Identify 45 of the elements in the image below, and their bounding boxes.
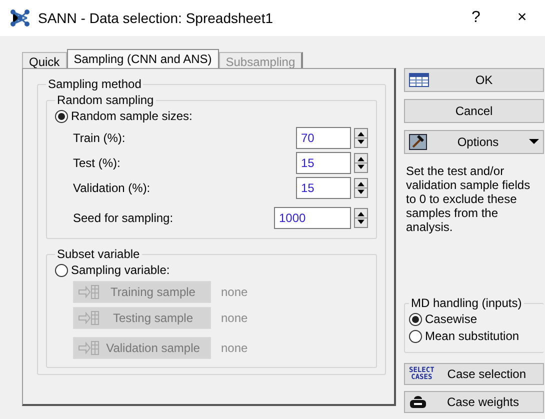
spinner[interactable]: [354, 208, 368, 228]
field-label: Validation (%):: [73, 181, 152, 195]
variable-value: none: [221, 311, 248, 325]
group-title: Subset variable: [56, 247, 141, 261]
spinner[interactable]: [354, 153, 368, 173]
window-title: SANN - Data selection: Spreadsheet1: [38, 10, 274, 26]
network-icon: [10, 9, 30, 27]
variable-icon: [78, 310, 100, 326]
field-label: Test (%):: [73, 156, 122, 170]
radio-button[interactable]: [409, 330, 422, 342]
variable-value: none: [221, 341, 248, 355]
case-weights-button[interactable]: Case weights: [404, 391, 544, 413]
input-field[interactable]: 1000: [274, 207, 351, 229]
grid-icon: [409, 73, 429, 87]
radio-button[interactable]: [409, 312, 422, 326]
spinner[interactable]: [354, 128, 368, 148]
caret-icon: [529, 139, 539, 145]
input-field[interactable]: 15: [296, 152, 351, 174]
variable-icon: [78, 284, 100, 300]
spinner[interactable]: [354, 178, 368, 198]
ok-button[interactable]: OK: [404, 68, 544, 92]
group-title: Sampling method: [47, 77, 142, 91]
options-button[interactable]: Options: [404, 130, 544, 154]
field-label: Seed for sampling:: [73, 211, 174, 225]
weight-icon: [409, 395, 427, 409]
hammer-icon: [409, 134, 427, 150]
input-field[interactable]: 15: [296, 177, 351, 199]
input-field[interactable]: 70: [296, 127, 351, 149]
group-title: Random sampling: [56, 93, 155, 107]
hint-text: Set the test and/or validation sample fields to 0 to exclude these samples from the analysis.: [406, 164, 532, 234]
group-title: MD handling (inputs): [410, 296, 523, 310]
radio-label: Mean substitution: [425, 329, 520, 343]
radio-label: Random sample sizes:: [71, 109, 192, 123]
close-button[interactable]: ×: [499, 9, 545, 27]
cancel-button[interactable]: Cancel: [404, 99, 544, 123]
variable-icon: [78, 340, 100, 356]
radio-button[interactable]: [55, 264, 68, 276]
help-button[interactable]: ?: [453, 9, 499, 27]
tab[interactable]: Sampling (CNN and ANS): [66, 49, 219, 68]
variable-value: none: [221, 285, 248, 299]
radio-label: Casewise: [425, 312, 478, 326]
field-label: Train (%):: [73, 131, 126, 145]
tab[interactable]: Quick: [22, 52, 67, 68]
radio-button[interactable]: [55, 110, 68, 122]
radio-label: Sampling variable:: [71, 263, 170, 277]
